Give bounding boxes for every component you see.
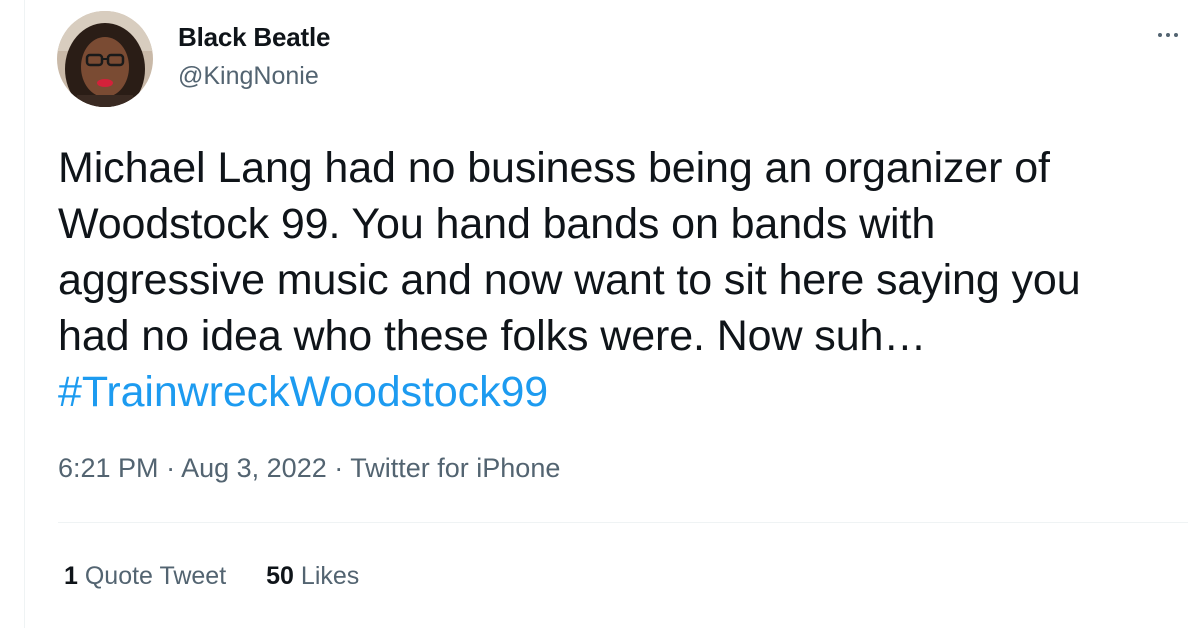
tweet-date[interactable]: Aug 3, 2022	[181, 453, 327, 483]
tweet-text-line: aggressive music and now want to sit her…	[58, 256, 1081, 304]
quote-count: 1	[64, 562, 78, 590]
avatar[interactable]	[57, 11, 153, 107]
likes-link[interactable]: 50 Likes	[266, 562, 359, 591]
hashtag-link[interactable]: #TrainwreckWoodstock99	[58, 364, 1168, 420]
tweet-stats: 1 Quote Tweet 50 Likes	[64, 562, 359, 591]
tweet-source[interactable]: Twitter for iPhone	[350, 453, 560, 483]
tweet-text-line: Woodstock 99. You hand bands on bands wi…	[58, 200, 936, 248]
meta-separator: ·	[334, 453, 344, 483]
quote-label: Quote Tweet	[84, 562, 227, 590]
tweet-text-line: had no idea who these folks were. Now su…	[58, 312, 927, 360]
avatar-image	[57, 11, 153, 107]
tweet-card: Black Beatle @KingNonie Michael Lang had…	[0, 0, 1200, 628]
tweet-text-line: Michael Lang had no business being an or…	[58, 144, 1050, 192]
more-options-button[interactable]	[1150, 20, 1186, 50]
more-dot	[1174, 33, 1178, 37]
tweet-text: Michael Lang had no business being an or…	[58, 140, 1168, 420]
author-display-name[interactable]: Black Beatle	[178, 22, 330, 53]
more-dot	[1166, 33, 1170, 37]
like-label: Likes	[300, 562, 360, 590]
tweet-meta: 6:21 PM · Aug 3, 2022 · Twitter for iPho…	[58, 453, 560, 484]
quote-tweets-link[interactable]: 1 Quote Tweet	[64, 562, 226, 591]
left-border-divider	[24, 0, 25, 628]
tweet-time[interactable]: 6:21 PM	[58, 453, 159, 483]
stats-divider	[58, 522, 1188, 523]
meta-separator: ·	[166, 453, 176, 483]
like-count: 50	[266, 562, 294, 590]
more-horizontal-icon	[1158, 33, 1162, 37]
author-handle[interactable]: @KingNonie	[178, 62, 319, 91]
